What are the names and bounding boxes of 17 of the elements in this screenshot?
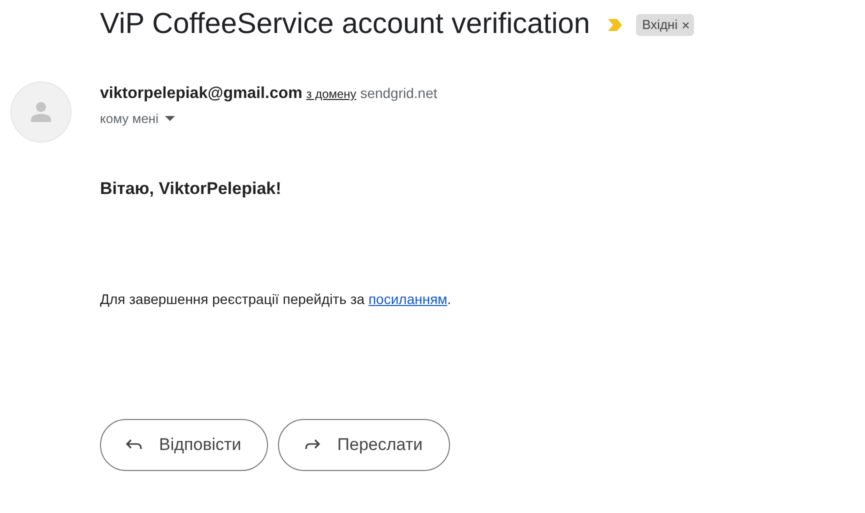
verification-link[interactable]: посиланням — [368, 291, 448, 307]
body-paragraph: Для завершення реєстрації перейдіть за посиланням. — [100, 291, 452, 307]
importance-marker-icon[interactable] — [608, 18, 622, 30]
greeting-text: Вітаю, ViktorPelepiak! — [100, 179, 282, 199]
reply-arrow-icon — [125, 438, 143, 452]
avatar-icon — [10, 81, 72, 143]
sender-domain: sendgrid.net — [360, 85, 438, 101]
forward-arrow-icon — [303, 438, 322, 452]
reply-button[interactable]: Відповісти — [100, 419, 268, 471]
sender-email: viktorpelepiak@gmail.com — [100, 85, 302, 102]
email-subject: ViP CoffeeService account verification — [100, 8, 590, 41]
remove-label-button[interactable]: × — [678, 16, 690, 32]
forward-button[interactable]: Переслати — [278, 419, 450, 471]
recipient-dropdown[interactable]: кому мені — [100, 111, 174, 126]
via-link[interactable]: з домену — [306, 87, 356, 101]
caret-icon — [164, 116, 174, 122]
label-text: Вхідні — [642, 17, 678, 32]
